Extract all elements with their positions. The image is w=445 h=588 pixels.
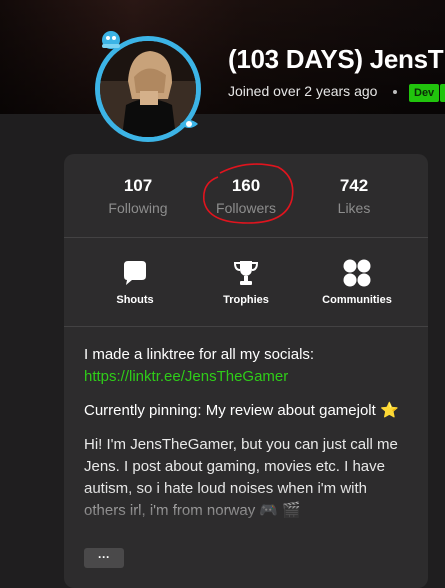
following-count: 107 xyxy=(123,176,153,195)
nav-shouts-label: Shouts xyxy=(116,294,154,306)
profile-name: (103 DAYS) JensTheGamer xyxy=(228,44,445,74)
nav-communities[interactable]: Communities xyxy=(307,258,407,306)
communities-icon xyxy=(343,259,371,287)
separator-dot xyxy=(393,90,397,94)
nav-shouts[interactable]: Shouts xyxy=(85,258,185,306)
joined-date: Joined over 2 years ago xyxy=(228,83,378,99)
stat-following[interactable]: 107 Following xyxy=(88,176,188,216)
followers-annotation-circle xyxy=(202,163,294,224)
chat-bubble-icon xyxy=(124,261,146,285)
trophy-icon xyxy=(233,261,259,285)
nav-trophies[interactable]: Trophies xyxy=(196,258,296,306)
linktree-link[interactable]: https://linktr.ee/JensTheGamer xyxy=(84,368,288,385)
nav-divider xyxy=(64,326,428,327)
profile-card: 107 Following 160 Followers 742 Likes Sh… xyxy=(64,154,428,588)
bio-linktree-intro: I made a linktree for all my socials: ht… xyxy=(84,346,315,385)
following-label: Following xyxy=(108,200,168,216)
dev-badge[interactable]: Dev xyxy=(409,84,440,102)
nav-trophies-label: Trophies xyxy=(223,294,269,306)
avatar-frame-swirl-icon xyxy=(180,120,198,128)
stats-divider xyxy=(64,237,428,238)
bio-pinned: Currently pinning: My review about gamej… xyxy=(84,402,399,419)
show-more-button[interactable]: ··· xyxy=(84,548,124,568)
nav-communities-label: Communities xyxy=(322,294,392,306)
likes-label: Likes xyxy=(337,200,371,216)
bio-fade xyxy=(64,488,428,528)
extra-badge[interactable] xyxy=(440,84,445,102)
likes-count: 742 xyxy=(339,176,369,195)
avatar-frame-deco-icon xyxy=(102,31,120,49)
stat-likes[interactable]: 742 Likes xyxy=(304,176,404,216)
